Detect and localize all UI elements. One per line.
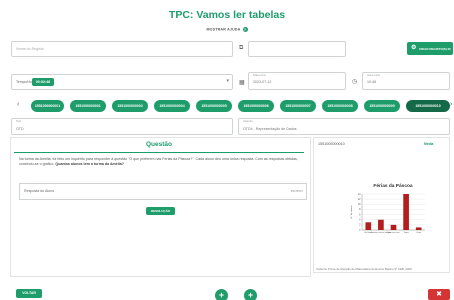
- dropdown-icon: ▾: [226, 78, 229, 84]
- record-name-placeholder: Nome do Registo: [16, 47, 44, 51]
- question-tab[interactable]: 1551000000005: [196, 100, 232, 112]
- y-tick-label: 4: [359, 219, 361, 222]
- question-tab[interactable]: 1551000000007: [280, 100, 316, 112]
- question-tab[interactable]: 1551000000003: [112, 100, 148, 112]
- time-field[interactable]: Tempo/Hora 00:02:48 ▾: [11, 74, 233, 90]
- start-time-label: Hora Início: [367, 74, 380, 77]
- trash-icon: ✖: [436, 291, 442, 298]
- create-record-label: CRIAR REGISTO(S) ID: [419, 46, 451, 51]
- chart-bar: [415, 227, 422, 230]
- chart-bar: [390, 224, 397, 230]
- question-title: Questão: [145, 141, 172, 148]
- bar-chart: Férias da Páscoa N.º de alunos 0 2 4 6 8 10 12 14…: [350, 183, 425, 234]
- y-tick-label: 10: [358, 203, 361, 206]
- chart-bar: [365, 222, 372, 230]
- start-date-field[interactable]: Data Início 2023-07-12: [248, 72, 346, 90]
- type-label: Tipo: [16, 120, 22, 123]
- question-divider: [14, 152, 304, 153]
- question-tab[interactable]: 1551000000008: [322, 100, 358, 112]
- help-label: MOSTRAR AJUDA: [206, 27, 241, 32]
- y-tick-label: 2: [359, 224, 361, 227]
- question-tab[interactable]: 1551000000001: [31, 100, 64, 112]
- record-id-field[interactable]: [248, 41, 346, 57]
- page-title: TPC: Vamos ler tabelas: [168, 9, 286, 21]
- x-tick-label: Ficar em casa: [388, 231, 401, 234]
- record-name-field[interactable]: Nome do Registo: [11, 41, 233, 57]
- y-tick-label: 12: [358, 198, 361, 201]
- delete-button[interactable]: ✖: [428, 289, 450, 300]
- create-record-button[interactable]: ⚙ CRIAR REGISTO(S) ID: [407, 42, 453, 55]
- start-date-value: 2023-07-12: [253, 80, 272, 84]
- settings-icon: ⚙: [411, 45, 417, 51]
- question-tab[interactable]: 1551000000006: [238, 100, 274, 112]
- y-axis-label: N.º de alunos: [350, 205, 353, 219]
- y-tick-label: 14: [358, 193, 361, 196]
- chart-title: Férias da Páscoa: [373, 183, 413, 189]
- question-tab[interactable]: 1551000000001: [70, 100, 106, 112]
- question-text: Na turma da Amélia, foi feito um inquéri…: [19, 157, 304, 168]
- chart-panel-score: Média: [424, 142, 434, 146]
- answer-field[interactable]: Resposta do Aluno escrever: [19, 183, 307, 200]
- y-tick-label: 8: [359, 208, 361, 211]
- help-icon: ?: [242, 27, 248, 32]
- copy-icon[interactable]: ⧉: [239, 45, 243, 52]
- clock-icon[interactable]: ◷: [352, 78, 357, 85]
- help-toggle[interactable]: MOSTRAR AJUDA ?: [0, 27, 454, 32]
- subject-value: OTD4 - Representação de Dados: [243, 126, 297, 131]
- answer-label: Resposta do Aluno: [24, 189, 55, 193]
- calendar-icon[interactable]: ▦: [239, 79, 245, 86]
- y-tick-label: 0: [359, 229, 361, 232]
- chart-bar: [378, 219, 384, 230]
- question-tab[interactable]: 1551000000009: [364, 100, 400, 112]
- type-field[interactable]: Tipo OTD: [11, 118, 233, 135]
- y-tick-label: 6: [359, 213, 361, 216]
- question-prompt: Quantos alunos tem a turma da Amélia?: [55, 162, 124, 167]
- x-tick-label: Outra: [416, 231, 422, 234]
- add-question-button[interactable]: +: [244, 289, 257, 300]
- start-date-label: Data Início: [253, 74, 266, 77]
- start-time-field[interactable]: Hora Início 10:48: [362, 72, 450, 90]
- chart-panel-code: 1551000000010: [318, 142, 345, 146]
- resolution-button[interactable]: RESOLUÇÃO: [146, 207, 175, 215]
- next-arrow-icon[interactable]: ›: [450, 101, 452, 108]
- answer-hint: escrever: [290, 189, 303, 193]
- x-tick-label: Viajar: [404, 231, 409, 234]
- chart-source: Caderno Prova de Aferição de Matemática …: [316, 267, 412, 271]
- time-badge: 00:02:48: [32, 78, 54, 86]
- start-time-value: 10:48: [367, 80, 376, 84]
- back-button[interactable]: VOLTAR: [16, 289, 42, 298]
- type-value: OTD: [16, 126, 24, 131]
- question-tab[interactable]: 1551000000004: [154, 100, 190, 112]
- prev-arrow-icon[interactable]: ‹: [17, 101, 19, 108]
- add-button[interactable]: +: [215, 289, 228, 300]
- subject-field[interactable]: Assunto OTD4 - Representação de Dados: [238, 118, 450, 135]
- chart-bar: [403, 194, 409, 230]
- question-tab[interactable]: 1551000000010: [406, 100, 450, 112]
- subject-label: Assunto: [243, 120, 253, 123]
